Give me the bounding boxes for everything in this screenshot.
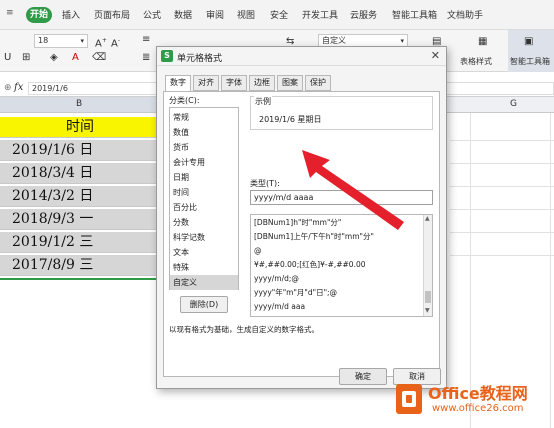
watermark: Office教程网 www.office26.com bbox=[396, 378, 554, 428]
watermark-brand: Office教程网 bbox=[428, 384, 528, 403]
annotation-arrow bbox=[302, 150, 404, 230]
watermark-url: www.office26.com bbox=[432, 403, 524, 414]
red-arrow-icon bbox=[302, 150, 404, 230]
office-logo-icon bbox=[396, 384, 422, 414]
